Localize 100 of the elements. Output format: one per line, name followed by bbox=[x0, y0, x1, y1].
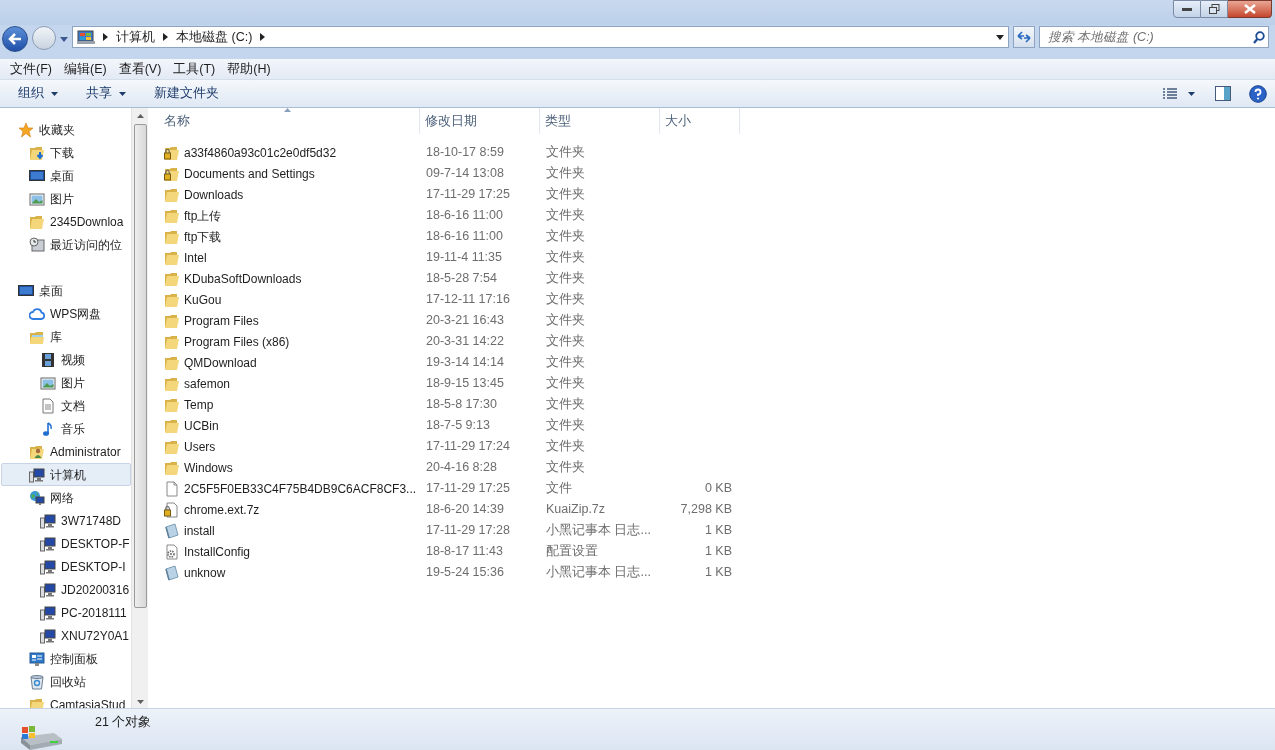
film-icon bbox=[40, 351, 56, 368]
file-row[interactable]: Intel 19-11-4 11:35 文件夹 bbox=[159, 247, 1275, 268]
tree-item[interactable]: 库 bbox=[49, 327, 63, 346]
file-row[interactable]: Windows 20-4-16 8:28 文件夹 bbox=[159, 457, 1275, 478]
tree-item[interactable]: CamtasiaStud bbox=[49, 695, 127, 708]
file-row[interactable]: safemon 18-9-15 13:45 文件夹 bbox=[159, 373, 1275, 394]
tree-item[interactable]: Administrator bbox=[49, 442, 122, 461]
file-row[interactable]: install 17-11-29 17:28 小黑记事本 日志... 1 KB bbox=[159, 520, 1275, 541]
file-row[interactable]: Temp 18-5-8 17:30 文件夹 bbox=[159, 394, 1275, 415]
breadcrumb[interactable]: 本地磁盘 (C:) bbox=[176, 27, 253, 47]
file-size: 0 KB bbox=[703, 480, 733, 498]
tree-item[interactable]: 网络 bbox=[49, 488, 75, 507]
monitor-icon bbox=[18, 282, 34, 299]
caret-icon bbox=[51, 91, 58, 96]
tree-item[interactable]: 最近访问的位 bbox=[49, 235, 123, 254]
file-row[interactable]: UCBin 18-7-5 9:13 文件夹 bbox=[159, 415, 1275, 436]
file-type: 文件夹 bbox=[545, 354, 586, 372]
scroll-thumb[interactable] bbox=[133, 124, 147, 608]
file-row[interactable]: unknow 19-5-24 15:36 小黑记事本 日志... 1 KB bbox=[159, 562, 1275, 583]
menu-item[interactable]: 编辑(E) bbox=[57, 59, 113, 79]
toolbar-button[interactable]: 共享 bbox=[76, 82, 136, 105]
file-row[interactable]: Documents and Settings 09-7-14 13:08 文件夹 bbox=[159, 163, 1275, 184]
close-button[interactable] bbox=[1228, 0, 1272, 18]
column-header[interactable]: 修改日期 bbox=[420, 108, 540, 134]
modified-date: 18-5-28 7:54 bbox=[425, 270, 498, 288]
address-bar[interactable]: 计算机 本地磁盘 (C:) bbox=[72, 26, 1009, 48]
back-button[interactable] bbox=[2, 26, 28, 52]
column-header[interactable]: 名称 bbox=[159, 108, 420, 134]
locked-folder-icon bbox=[164, 144, 180, 161]
modified-date: 18-8-17 11:43 bbox=[425, 543, 504, 561]
file-type: 文件夹 bbox=[545, 186, 586, 204]
computer-icon bbox=[40, 604, 56, 621]
sidebar-scrollbar[interactable] bbox=[131, 108, 148, 708]
tree-item[interactable]: 3W71748D bbox=[60, 511, 123, 530]
tree-item[interactable]: PC-2018111 bbox=[60, 603, 128, 622]
file-type: 文件夹 bbox=[545, 207, 586, 225]
file-row[interactable]: InstallConfig 18-8-17 11:43 配置设置 1 KB bbox=[159, 541, 1275, 562]
file-row[interactable]: ftp上传 18-6-16 11:00 文件夹 bbox=[159, 205, 1275, 226]
file-row[interactable]: 2C5F5F0EB33C4F75B4DB9C6ACF8CF3... 17-11-29 17:25 文件 0 KB bbox=[159, 478, 1275, 499]
tree-item[interactable]: 收藏夹 bbox=[38, 120, 76, 139]
computer-icon bbox=[40, 627, 56, 644]
file-row[interactable]: KuGou 17-12-11 17:16 文件夹 bbox=[159, 289, 1275, 310]
close-icon bbox=[1243, 4, 1256, 14]
tree-item[interactable]: 下载 bbox=[49, 143, 75, 162]
column-header[interactable]: 大小 bbox=[660, 108, 740, 134]
tree-item[interactable]: 音乐 bbox=[60, 419, 86, 438]
settings-file-icon bbox=[164, 543, 180, 560]
modified-date: 18-6-16 11:00 bbox=[425, 207, 504, 225]
restore-icon bbox=[1208, 4, 1220, 14]
menu-item[interactable]: 帮助(H) bbox=[221, 59, 277, 79]
tree-item[interactable]: 图片 bbox=[49, 189, 75, 208]
tree-item[interactable]: DESKTOP-I bbox=[60, 557, 127, 576]
file-row[interactable]: chrome.ext.7z 18-6-20 14:39 KuaiZip.7z 7,298 KB bbox=[159, 499, 1275, 520]
file-name: a33f4860a93c01c2e0df5d32 bbox=[184, 144, 337, 162]
recent-places-icon bbox=[29, 236, 45, 253]
refresh-button[interactable] bbox=[1013, 26, 1035, 48]
tree-item[interactable]: 回收站 bbox=[49, 672, 87, 691]
file-name: Program Files (x86) bbox=[184, 333, 290, 351]
file-type: 配置设置 bbox=[545, 543, 599, 561]
tree-item[interactable]: WPS网盘 bbox=[49, 304, 103, 323]
file-row[interactable]: ftp下载 18-6-16 11:00 文件夹 bbox=[159, 226, 1275, 247]
list-view-icon bbox=[1162, 86, 1178, 101]
breadcrumb[interactable]: 计算机 bbox=[116, 27, 155, 47]
column-header[interactable]: 类型 bbox=[540, 108, 660, 134]
minimize-icon bbox=[1182, 7, 1192, 11]
drive-icon bbox=[18, 723, 63, 750]
file-row[interactable]: Users 17-11-29 17:24 文件夹 bbox=[159, 436, 1275, 457]
help-button[interactable] bbox=[1249, 84, 1267, 103]
tree-item[interactable]: 视频 bbox=[60, 350, 86, 369]
star-icon bbox=[18, 121, 34, 138]
file-row[interactable]: a33f4860a93c01c2e0df5d32 18-10-17 8:59 文件夹 bbox=[159, 142, 1275, 163]
modified-date: 18-6-16 11:00 bbox=[425, 228, 504, 246]
menu-item[interactable]: 工具(T) bbox=[167, 59, 222, 79]
menu-item[interactable]: 文件(F) bbox=[4, 59, 58, 79]
restore-button[interactable] bbox=[1201, 0, 1228, 18]
menu-item[interactable]: 查看(V) bbox=[112, 59, 168, 79]
toolbar-button[interactable]: 组织 bbox=[8, 82, 68, 105]
tree-item[interactable]: 控制面板 bbox=[49, 649, 99, 668]
tree-item[interactable]: JD20200316 bbox=[60, 580, 131, 599]
file-row[interactable]: Program Files (x86) 20-3-31 14:22 文件夹 bbox=[159, 331, 1275, 352]
search-field[interactable]: 搜索 本地磁盘 (C:) bbox=[1039, 26, 1269, 48]
file-row[interactable]: KDubaSoftDownloads 18-5-28 7:54 文件夹 bbox=[159, 268, 1275, 289]
tree-item[interactable]: 文档 bbox=[60, 396, 86, 415]
tree-item[interactable]: 桌面 bbox=[38, 281, 64, 300]
computer-icon bbox=[40, 512, 56, 529]
minimize-button[interactable] bbox=[1173, 0, 1201, 18]
modified-date: 18-6-20 14:39 bbox=[425, 501, 505, 519]
tree-item[interactable]: 2345Downloa bbox=[49, 212, 125, 231]
tree-item[interactable]: XNU72Y0A1 bbox=[60, 626, 131, 645]
file-row[interactable]: Downloads 17-11-29 17:25 文件夹 bbox=[159, 184, 1275, 205]
modified-date: 17-11-29 17:25 bbox=[425, 186, 511, 204]
file-name: Program Files bbox=[184, 312, 259, 330]
tree-item[interactable]: 图片 bbox=[60, 373, 86, 392]
folder-icon bbox=[164, 291, 180, 308]
file-row[interactable]: QMDownload 19-3-14 14:14 文件夹 bbox=[159, 352, 1275, 373]
modified-date: 20-4-16 8:28 bbox=[425, 459, 498, 477]
tree-item[interactable]: DESKTOP-F bbox=[60, 534, 131, 553]
tree-item[interactable]: 桌面 bbox=[49, 166, 75, 185]
file-row[interactable]: Program Files 20-3-21 16:43 文件夹 bbox=[159, 310, 1275, 331]
toolbar-button[interactable]: 新建文件夹 bbox=[144, 82, 229, 105]
